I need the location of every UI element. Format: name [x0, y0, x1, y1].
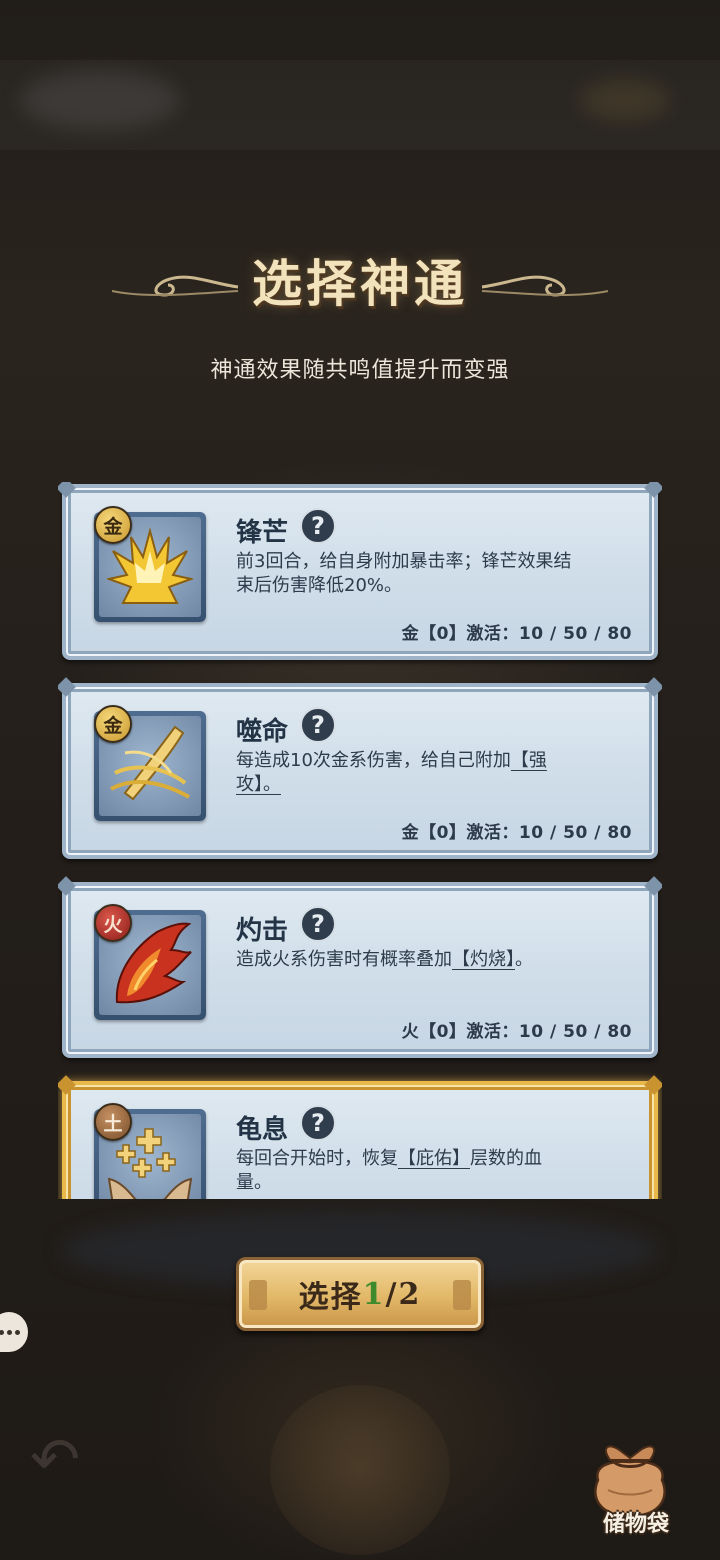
background-decoration	[20, 70, 180, 130]
element-badge-fire: 火	[94, 904, 132, 942]
skill-card-shiming[interactable]: 金 噬命 ? 每造成10次金系伤害，给自己附加【强 攻】。 金【0】激活：10 …	[58, 677, 662, 859]
card-corner-ornament	[58, 677, 76, 697]
select-button-label: 选择	[298, 1280, 363, 1315]
description-text: 每回合开始时，恢复	[236, 1148, 398, 1169]
description-text: 造成火系伤害时有概率叠加	[236, 949, 452, 970]
card-corner-ornament	[644, 677, 662, 697]
description-text: 每造成10次金系伤害，给自己附加	[236, 750, 511, 771]
card-corner-ornament	[644, 876, 662, 896]
skill-name: 噬命	[236, 717, 289, 747]
skill-name: 锋芒	[236, 518, 289, 548]
status-effect-tag: 【灼烧】	[452, 949, 515, 970]
status-effect-tag: 【强	[510, 750, 547, 771]
skill-card-fengmang[interactable]: 金 锋芒 ? 前3回合，给自身附加暴击率；锋芒效果结 束后伤害降低20%。 金【…	[58, 482, 662, 660]
card-corner-ornament	[58, 876, 76, 896]
cloud-swirl-icon	[481, 275, 609, 297]
description-line: 量。	[236, 1172, 272, 1193]
help-question-icon[interactable]: ?	[300, 508, 336, 544]
element-badge-metal: 金	[94, 705, 132, 743]
page-subtitle: 神通效果随共鸣值提升而变强	[210, 358, 510, 383]
dimmed-center-button	[270, 1385, 450, 1555]
card-corner-ornament	[58, 1075, 76, 1095]
activation-threshold: 金【0】激活：10 / 50 / 80	[401, 624, 632, 644]
skill-description: 每回合开始时，恢复【庇佑】层数的血 量。	[236, 1147, 616, 1195]
card-corner-ornament	[644, 1075, 662, 1095]
status-effect-tag: 攻】。	[236, 774, 281, 795]
skill-name: 龟息	[236, 1115, 289, 1145]
skill-card-zhuoji[interactable]: 火 灼击 ? 造成火系伤害时有概率叠加【灼烧】。 火【0】激活：10 / 50 …	[58, 876, 662, 1058]
back-arrow-icon: ↶	[30, 1425, 81, 1495]
description-line: 前3回合，给自身附加暴击率；锋芒效果结	[236, 551, 572, 572]
confirm-select-button[interactable]: 选择 1/2	[236, 1257, 484, 1331]
storage-bag-label: 储物袋	[602, 1512, 669, 1537]
title-banner: 选择神通	[110, 235, 610, 325]
storage-bag-button[interactable]: 储物袋	[580, 1440, 690, 1540]
help-question-icon[interactable]: ?	[300, 1105, 336, 1141]
selection-total: /2	[385, 1276, 422, 1312]
button-ornament	[249, 1280, 267, 1310]
skill-card-list[interactable]: 金 锋芒 ? 前3回合，给自身附加暴击率；锋芒效果结 束后伤害降低20%。 金【…	[58, 482, 662, 1199]
selected-count: 1	[362, 1276, 386, 1312]
status-effect-tag: 【庇佑】	[398, 1148, 470, 1169]
skill-name: 灼击	[236, 916, 289, 946]
skill-description: 前3回合，给自身附加暴击率；锋芒效果结 束后伤害降低20%。	[236, 550, 616, 598]
description-line: 束后伤害降低20%。	[236, 575, 403, 596]
card-corner-ornament	[644, 482, 662, 498]
activation-threshold: 火【0】激活：10 / 50 / 80	[401, 1022, 632, 1042]
skill-card-guixi[interactable]: 土 龟息 ? 每回合开始时，恢复【庇佑】层数的血 量。	[58, 1075, 662, 1199]
description-text: 。	[515, 949, 533, 970]
page-title: 选择神通	[252, 254, 468, 313]
activation-threshold: 金【0】激活：10 / 50 / 80	[401, 823, 632, 843]
description-text: 层数的血	[470, 1148, 542, 1169]
help-question-icon[interactable]: ?	[300, 906, 336, 942]
card-corner-ornament	[58, 482, 76, 498]
element-badge-metal: 金	[94, 506, 132, 544]
cloud-swirl-icon	[111, 275, 239, 297]
help-question-icon[interactable]: ?	[300, 707, 336, 743]
background-decoration	[580, 80, 670, 120]
button-ornament	[453, 1280, 471, 1310]
skill-description: 每造成10次金系伤害，给自己附加【强 攻】。	[236, 749, 616, 797]
skill-description: 造成火系伤害时有概率叠加【灼烧】。	[236, 948, 616, 972]
element-badge-earth: 土	[94, 1103, 132, 1141]
